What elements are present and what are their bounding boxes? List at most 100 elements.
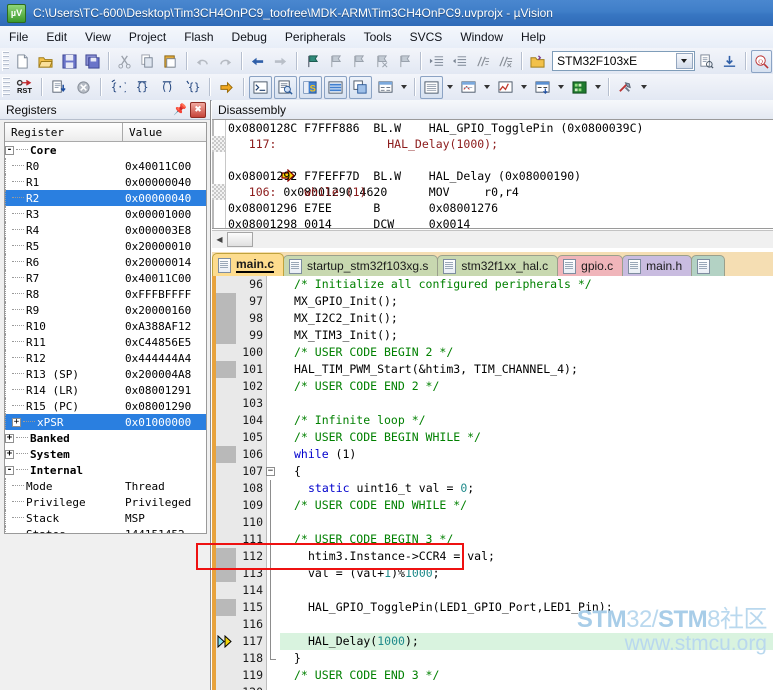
- code-line[interactable]: 102 /* USER CODE END 2 */: [212, 378, 773, 395]
- fold-marker[interactable]: [266, 446, 280, 463]
- code-line[interactable]: 105 /* USER CODE BEGIN WHILE */: [212, 429, 773, 446]
- breakpoint-cell[interactable]: [216, 429, 236, 446]
- pin-icon[interactable]: 📌: [173, 103, 187, 117]
- breakpoint-cell[interactable]: [216, 412, 236, 429]
- code-line[interactable]: 108 static uint16_t val = 0;: [212, 480, 773, 497]
- cut-icon[interactable]: [114, 50, 135, 73]
- tab-startup-s[interactable]: startup_stm32f103xg.s: [283, 255, 439, 276]
- breakpoint-cell[interactable]: [216, 667, 236, 684]
- indent-icon[interactable]: [426, 50, 447, 73]
- table-row[interactable]: R9 0x20000160: [5, 302, 206, 318]
- breakpoint-cell[interactable]: [216, 514, 236, 531]
- table-row-selected[interactable]: R2 0x00000040: [5, 190, 206, 206]
- breakpoint-cell[interactable]: [216, 650, 236, 667]
- code-line[interactable]: 119 /* USER CODE END 3 */: [212, 667, 773, 684]
- disassembly-source-line[interactable]: 117: HAL_Delay(1000);: [212, 136, 773, 152]
- code-line[interactable]: 114: [212, 582, 773, 599]
- system-viewer-icon[interactable]: [568, 76, 591, 99]
- menu-item-peripherals[interactable]: Peripherals: [276, 28, 355, 46]
- fold-marker[interactable]: [266, 497, 280, 514]
- fold-marker[interactable]: [266, 310, 280, 327]
- copy-icon[interactable]: [137, 50, 158, 73]
- table-row[interactable]: R15 (PC) 0x08001290: [5, 398, 206, 414]
- breakpoint-cell[interactable]: [216, 480, 236, 497]
- step-into-icon[interactable]: {·}: [106, 76, 129, 99]
- fold-marker[interactable]: [266, 361, 280, 378]
- breakpoint-cell[interactable]: [216, 293, 236, 310]
- registers-window-icon[interactable]: [324, 75, 347, 99]
- column-header-register[interactable]: Register: [5, 123, 123, 141]
- registers-group-banked[interactable]: + Banked: [5, 430, 206, 446]
- fold-marker[interactable]: [266, 378, 280, 395]
- menu-item-view[interactable]: View: [76, 28, 120, 46]
- tree-expander-internal[interactable]: -: [5, 465, 14, 475]
- table-row[interactable]: R0 0x40011C00: [5, 158, 206, 174]
- fold-marker[interactable]: [266, 327, 280, 344]
- fold-marker[interactable]: [266, 667, 280, 684]
- code-line[interactable]: 100 /* USER CODE BEGIN 2 */: [212, 344, 773, 361]
- fold-marker[interactable]: [266, 514, 280, 531]
- menu-item-help[interactable]: Help: [512, 28, 555, 46]
- fold-marker[interactable]: [266, 531, 280, 548]
- breakpoint-cell[interactable]: [216, 599, 236, 616]
- next-bookmark-icon[interactable]: [348, 50, 369, 73]
- disassembly-horizontal-scrollbar[interactable]: ◀: [212, 230, 773, 248]
- target-options-icon[interactable]: [527, 50, 548, 73]
- clear-bookmarks-icon[interactable]: [371, 50, 392, 73]
- show-next-statement-icon[interactable]: [215, 76, 238, 99]
- disassembly-source-line[interactable]: 106: while (1): [212, 184, 773, 200]
- tree-expander-banked[interactable]: +: [5, 433, 14, 443]
- tab-main-c[interactable]: main.c: [212, 253, 285, 276]
- registers-grid[interactable]: Register Value - Core R0 0x40011C00 R1 0x0…: [4, 122, 207, 534]
- breakpoint-cell[interactable]: [216, 446, 236, 463]
- table-row[interactable]: R5 0x20000010: [5, 238, 206, 254]
- table-row[interactable]: States 144151452: [5, 526, 206, 533]
- menu-item-project[interactable]: Project: [120, 28, 175, 46]
- fold-marker[interactable]: [266, 650, 280, 667]
- code-line[interactable]: 103: [212, 395, 773, 412]
- breakpoint-cell[interactable]: [216, 616, 236, 633]
- find-in-files-icon[interactable]: Q: [750, 49, 772, 73]
- table-row[interactable]: R14 (LR) 0x08001291: [5, 382, 206, 398]
- tree-expander-core[interactable]: -: [5, 145, 14, 155]
- code-line[interactable]: 112 htim3.Instance->CCR4 = val;: [212, 548, 773, 565]
- breakpoint-cell[interactable]: [216, 497, 236, 514]
- fold-marker[interactable]: [266, 684, 280, 690]
- disassembly-window-icon[interactable]: [274, 75, 297, 99]
- trace-window-icon[interactable]: [531, 76, 554, 99]
- analysis-window-icon[interactable]: [494, 76, 517, 99]
- serial-window-icon[interactable]: [457, 76, 480, 99]
- registers-group-core[interactable]: - Core: [5, 142, 206, 158]
- scroll-left-icon[interactable]: ◀: [212, 232, 227, 247]
- chevron-down-icon[interactable]: [675, 53, 693, 69]
- table-row[interactable]: Stack MSP: [5, 510, 206, 526]
- table-row[interactable]: R13 (SP) 0x200004A8: [5, 366, 206, 382]
- breakpoint-cell[interactable]: [216, 276, 236, 293]
- breakpoint-cell[interactable]: [216, 378, 236, 395]
- code-line[interactable]: 110: [212, 514, 773, 531]
- outdent-icon[interactable]: [449, 50, 470, 73]
- tab-stm32f1xx-hal-c[interactable]: stm32f1xx_hal.c: [437, 255, 559, 276]
- menu-item-flash[interactable]: Flash: [175, 28, 222, 46]
- open-file-icon[interactable]: [35, 50, 56, 73]
- toolbar-grip[interactable]: [2, 77, 10, 97]
- chevron-down-icon[interactable]: [401, 85, 407, 89]
- tab-overflow[interactable]: [691, 255, 726, 276]
- insert-bookmark-icon[interactable]: [302, 50, 323, 73]
- fold-marker[interactable]: [266, 582, 280, 599]
- fold-marker[interactable]: [266, 480, 280, 497]
- menu-item-file[interactable]: File: [0, 28, 37, 46]
- menu-item-svcs[interactable]: SVCS: [401, 28, 452, 46]
- menu-item-window[interactable]: Window: [451, 28, 512, 46]
- code-line[interactable]: 96 /* Initialize all configured periphera…: [212, 276, 773, 293]
- tab-gpio-c[interactable]: gpio.c: [557, 255, 624, 276]
- chevron-down-icon[interactable]: [641, 85, 647, 89]
- save-all-icon[interactable]: [82, 50, 103, 73]
- code-line[interactable]: 104 /* Infinite loop */: [212, 412, 773, 429]
- breakpoint-cell[interactable]: [216, 684, 236, 690]
- table-row[interactable]: R8 0xFFFBFFFF: [5, 286, 206, 302]
- table-row[interactable]: Mode Thread: [5, 478, 206, 494]
- memory-window-icon[interactable]: [420, 75, 443, 99]
- run-to-cursor-icon[interactable]: {}: [181, 76, 204, 99]
- code-line[interactable]: 101 HAL_TIM_PWM_Start(&htim3, TIM_CHANNEL…: [212, 361, 773, 378]
